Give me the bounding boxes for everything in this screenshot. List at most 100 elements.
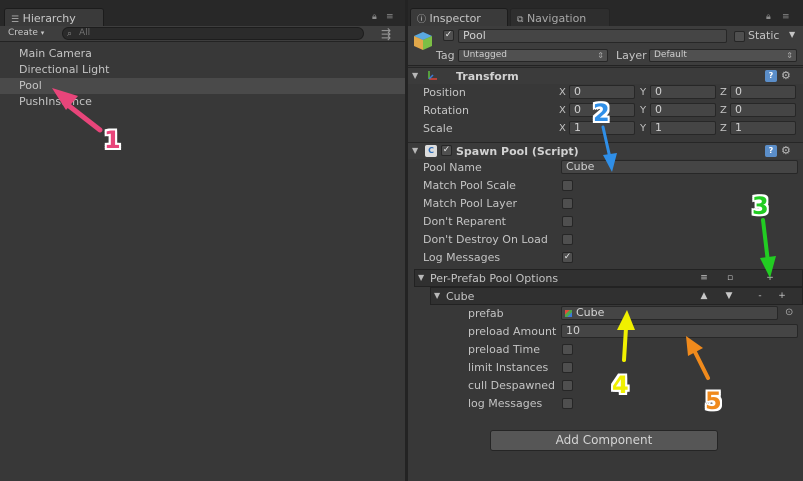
create-button[interactable]: Create ▾	[8, 27, 44, 41]
transform-icon	[428, 71, 437, 80]
list-view-icon[interactable]: ≡	[697, 272, 711, 285]
axis-y-label: Y	[640, 123, 647, 134]
active-checkbox[interactable]: ✓	[443, 30, 454, 41]
gear-icon[interactable]: ⚙	[781, 70, 793, 82]
foldout-arrow-icon[interactable]: ▼	[434, 291, 440, 300]
dont-reparent-checkbox[interactable]	[562, 216, 573, 227]
hierarchy-search-input[interactable]: ⌕ All	[62, 27, 364, 40]
tab-inspector-label: Inspector	[429, 12, 481, 25]
help-icon[interactable]: ?	[765, 145, 777, 157]
layer-dropdown[interactable]: Default ⇕	[649, 49, 797, 62]
transform-title: Transform	[456, 70, 519, 83]
script-enabled-checkbox[interactable]: ✓	[441, 145, 452, 156]
tag-label: Tag	[436, 49, 455, 62]
tab-navigation[interactable]: ⧉ Navigation	[510, 8, 610, 26]
axis-y-label: Y	[640, 87, 647, 98]
position-x-field[interactable]: 0	[569, 85, 635, 99]
position-z-field[interactable]: 0	[730, 85, 796, 99]
static-label: Static	[748, 29, 780, 42]
gameobject-name-field[interactable]: Pool	[458, 29, 727, 43]
prefab-object-field[interactable]: Cube	[561, 306, 778, 320]
scene-hierarchy-icon[interactable]: ⇶	[381, 27, 391, 41]
match-pool-layer-checkbox[interactable]	[562, 198, 573, 209]
rotation-y-field[interactable]: 0	[650, 103, 716, 117]
axis-z-label: Z	[720, 123, 727, 134]
limit-instances-checkbox[interactable]	[562, 362, 573, 373]
tab-menu-icon[interactable]: ≡	[782, 12, 790, 22]
axis-x-label: X	[559, 123, 566, 134]
layer-label: Layer	[616, 49, 647, 62]
item-log-messages-label: log Messages	[468, 397, 543, 410]
axis-x-label: X	[559, 87, 566, 98]
tab-hierarchy-label: Hierarchy	[22, 12, 76, 25]
tab-navigation-label: Navigation	[526, 12, 587, 25]
tab-menu-icon[interactable]: ≡	[386, 12, 394, 22]
limit-instances-label: limit Instances	[468, 361, 549, 374]
cull-despawned-label: cull Despawned	[468, 379, 556, 392]
pool-name-field[interactable]: Cube	[561, 160, 798, 174]
scale-y-field[interactable]: 1	[650, 121, 716, 135]
prefab-label: prefab	[468, 307, 504, 320]
add-component-button[interactable]: Add Component	[490, 430, 718, 451]
move-down-button[interactable]: ▼	[722, 290, 736, 303]
item-log-messages-checkbox[interactable]	[562, 398, 573, 409]
spawn-pool-header[interactable]: ▼ C ✓ Spawn Pool (Script) ? ⚙	[408, 142, 803, 159]
create-button-label: Create	[8, 28, 38, 38]
annotation-number-5: 5	[705, 387, 722, 415]
preload-time-label: preload Time	[468, 343, 540, 356]
dont-destroy-on-load-checkbox[interactable]	[562, 234, 573, 245]
help-icon[interactable]: ?	[765, 70, 777, 82]
move-up-button[interactable]: ▲	[697, 290, 711, 303]
per-prefab-options-label: Per-Prefab Pool Options	[430, 272, 559, 285]
hierarchy-toolbar: Create ▾ ⌕ All ⇶	[0, 26, 405, 42]
log-messages-label: Log Messages	[423, 251, 501, 264]
match-pool-scale-checkbox[interactable]	[562, 180, 573, 191]
gameobject-cube-icon	[414, 32, 432, 50]
tab-hierarchy[interactable]: ☰ Hierarchy	[4, 8, 104, 26]
chevron-updown-icon: ⇕	[597, 51, 604, 60]
foldout-arrow-icon[interactable]: ▼	[418, 273, 424, 282]
hierarchy-item-pushinstance[interactable]: PushInstance	[0, 94, 405, 110]
lock-icon[interactable]: 🔒︎	[766, 12, 771, 22]
axis-x-label: X	[559, 105, 566, 116]
match-pool-layer-label: Match Pool Layer	[423, 197, 517, 210]
transform-header[interactable]: ▼ Transform ? ⚙	[408, 67, 803, 84]
object-picker-icon[interactable]: ⊙	[785, 307, 793, 318]
clear-list-icon[interactable]: ▫	[723, 272, 737, 285]
tag-dropdown[interactable]: Untagged ⇕	[458, 49, 608, 62]
annotation-number-4: 4	[612, 371, 629, 399]
position-y-field[interactable]: 0	[650, 85, 716, 99]
hierarchy-item-directional-light[interactable]: Directional Light	[0, 62, 405, 78]
preload-amount-label: preload Amount	[468, 325, 557, 338]
cube-item-bar[interactable]: ▼ Cube ▲ ▼ - +	[430, 287, 803, 305]
annotation-number-2: 2	[593, 99, 610, 127]
static-checkbox[interactable]	[734, 31, 745, 42]
hierarchy-list: Main Camera Directional Light Pool PushI…	[0, 46, 405, 110]
layer-value: Default	[654, 50, 687, 60]
tab-inspector[interactable]: ⓘ Inspector	[410, 8, 508, 26]
hierarchy-item-pool[interactable]: Pool	[0, 78, 405, 94]
foldout-arrow-icon[interactable]: ▼	[412, 146, 418, 155]
spawn-pool-title: Spawn Pool (Script)	[456, 145, 579, 158]
preload-time-checkbox[interactable]	[562, 344, 573, 355]
rotation-z-field[interactable]: 0	[730, 103, 796, 117]
inspector-panel: ⓘ Inspector ⧉ Navigation 🔒︎ ≡ ✓ Pool Sta…	[408, 0, 803, 481]
lock-icon[interactable]: 🔒︎	[372, 12, 377, 22]
log-messages-checkbox[interactable]: ✓	[562, 252, 573, 263]
scale-z-field[interactable]: 1	[730, 121, 796, 135]
preload-amount-field[interactable]: 10	[561, 324, 798, 338]
cull-despawned-checkbox[interactable]	[562, 380, 573, 391]
search-placeholder: All	[79, 28, 91, 38]
remove-prefab-button[interactable]: -	[753, 290, 767, 303]
hierarchy-item-main-camera[interactable]: Main Camera	[0, 46, 405, 62]
static-dropdown-icon[interactable]: ▼	[789, 30, 795, 39]
per-prefab-options-bar[interactable]: ▼ Per-Prefab Pool Options ≡ ▫ +	[414, 269, 803, 287]
axis-y-label: Y	[640, 105, 647, 116]
add-prefab-button[interactable]: +	[763, 272, 777, 285]
match-pool-scale-label: Match Pool Scale	[423, 179, 516, 192]
script-icon: C	[425, 145, 437, 157]
info-icon: ⓘ	[417, 15, 427, 25]
gear-icon[interactable]: ⚙	[781, 145, 793, 157]
add-item-button[interactable]: +	[775, 290, 789, 303]
foldout-arrow-icon[interactable]: ▼	[412, 71, 418, 80]
